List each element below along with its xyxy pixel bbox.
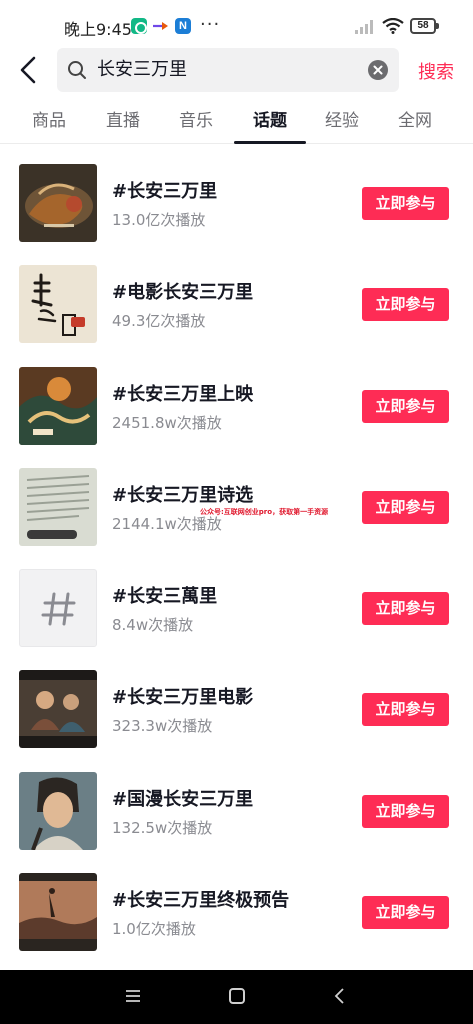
system-nav-bar (0, 970, 473, 1024)
search-bar[interactable] (57, 48, 399, 92)
topic-thumbnail (19, 771, 97, 850)
home-icon[interactable] (229, 988, 245, 1004)
join-topic-button[interactable]: 立即参与 (362, 896, 449, 930)
topic-title: #国漫长安三万里 (112, 788, 254, 810)
join-topic-button[interactable]: 立即参与 (362, 187, 449, 220)
active-tab-indicator (234, 141, 306, 144)
topic-title: #长安三万里终极预告 (112, 890, 290, 912)
topic-play-count: 8.4w次播放 (112, 616, 194, 635)
topic-title: #电影长安三万里 (112, 282, 254, 304)
recent-apps-icon[interactable] (124, 989, 142, 1003)
topic-row[interactable]: #电影长安三万里 49.3亿次播放 立即参与 (0, 251, 473, 352)
join-topic-button[interactable]: 立即参与 (362, 794, 449, 828)
topic-row[interactable]: #长安三万里电影 323.3w次播放 立即参与 (0, 656, 473, 757)
tab-music[interactable]: 音乐 (179, 106, 213, 131)
topic-thumbnail (19, 265, 97, 344)
topic-title: #长安三万里诗选 (112, 484, 254, 506)
topic-row[interactable]: #长安三萬里 8.4w次播放 立即参与 (0, 555, 473, 656)
clear-icon[interactable] (368, 60, 388, 80)
topic-thumbnail (19, 873, 97, 952)
topic-title: #长安三万里 (112, 181, 218, 202)
hashtag-icon (41, 592, 76, 626)
topic-play-count: 1.0亿次播放 (112, 920, 196, 939)
topic-play-count: 13.0亿次播放 (112, 211, 206, 229)
wifi-icon (382, 18, 404, 34)
watermark-caption: 公众号:互联网创业pro，获取第一手资源 (200, 508, 329, 516)
topic-row[interactable]: #国漫长安三万里 132.5w次播放 立即参与 (0, 758, 473, 859)
join-topic-button[interactable]: 立即参与 (362, 389, 449, 423)
nav-back-icon[interactable] (333, 987, 347, 1005)
topic-play-count: 2451.8w次播放 (112, 413, 222, 432)
topic-title: #长安三万里电影 (112, 687, 254, 709)
more-notifications-icon: ··· (200, 14, 221, 35)
search-button[interactable]: 搜索 (418, 58, 454, 84)
notification-arrow-icon (153, 22, 168, 30)
tab-products[interactable]: 商品 (32, 106, 66, 131)
status-bar: 晚上9:45 N ··· 58 (0, 0, 473, 46)
topic-thumbnail (19, 164, 97, 242)
topic-row[interactable]: #长安三万里 13.0亿次播放 立即参与 (0, 150, 473, 251)
battery-icon: 58 (410, 18, 439, 34)
tab-experience[interactable]: 经验 (325, 106, 359, 131)
search-input[interactable] (97, 48, 357, 92)
join-topic-button[interactable]: 立即参与 (362, 490, 449, 524)
topic-play-count: 323.3w次播放 (112, 717, 213, 736)
topic-title: #长安三萬里 (112, 586, 218, 608)
chevron-left-icon[interactable] (14, 54, 42, 86)
topic-play-count: 132.5w次播放 (112, 818, 213, 837)
topic-list: #长安三万里 13.0亿次播放 立即参与 #电影长安三万里 49.3亿次播放 立… (0, 150, 473, 960)
topic-row[interactable]: #长安三万里诗选 2144.1w次播放 立即参与 (0, 454, 473, 555)
tab-live[interactable]: 直播 (106, 106, 140, 131)
topic-play-count: 49.3亿次播放 (112, 312, 206, 331)
search-icon (68, 61, 86, 79)
join-topic-button[interactable]: 立即参与 (362, 592, 449, 626)
notification-app-icon (131, 18, 147, 34)
topic-title: #长安三万里上映 (112, 383, 254, 405)
notification-n-icon: N (175, 18, 191, 34)
signal-icon (355, 20, 373, 34)
tab-bar: 商品 直播 音乐 话题 经验 全网 (0, 104, 473, 144)
tab-all-web[interactable]: 全网 (398, 106, 432, 131)
topic-thumbnail (19, 366, 97, 445)
topic-row[interactable]: #长安三万里上映 2451.8w次播放 立即参与 (0, 353, 473, 454)
hashtag-placeholder (19, 569, 97, 648)
join-topic-button[interactable]: 立即参与 (362, 693, 449, 727)
topic-thumbnail (19, 467, 97, 546)
topic-row[interactable]: #长安三万里终极预告 1.0亿次播放 立即参与 (0, 859, 473, 960)
join-topic-button[interactable]: 立即参与 (362, 288, 449, 322)
tab-topics[interactable]: 话题 (253, 106, 287, 131)
topic-thumbnail (19, 670, 97, 749)
status-time: 晚上9:45 (64, 20, 132, 39)
